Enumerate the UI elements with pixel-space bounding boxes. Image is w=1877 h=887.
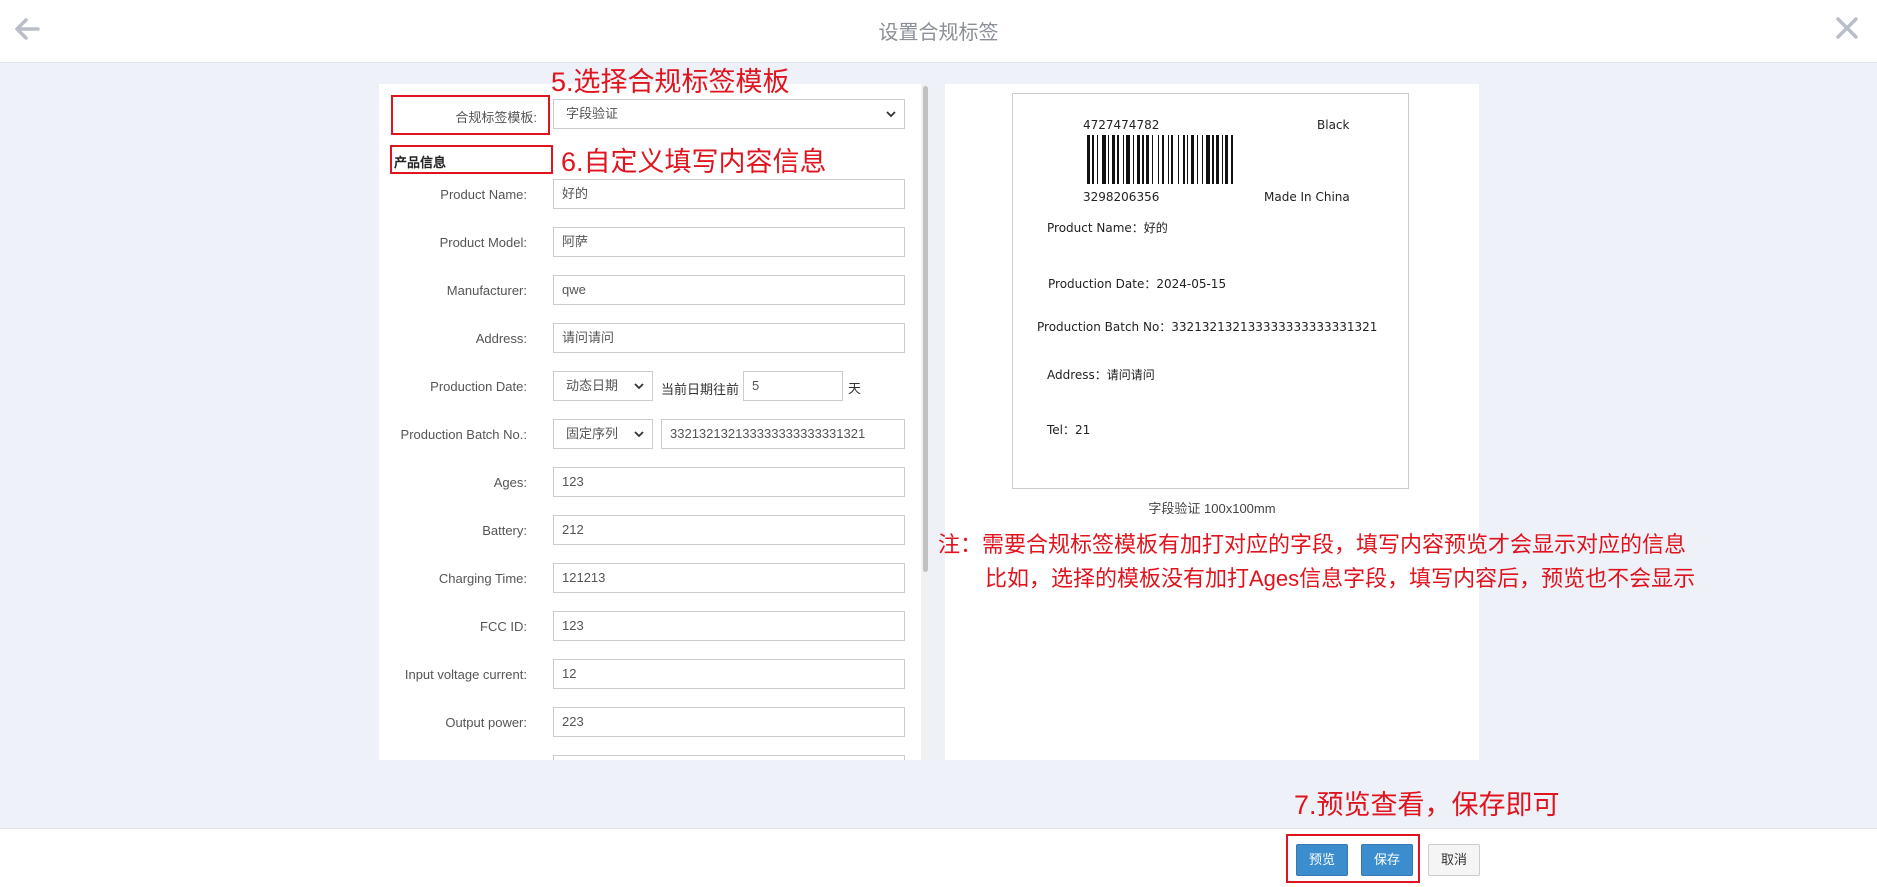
date-offset-input[interactable]: 5: [743, 371, 843, 401]
field-label: Product Name:: [440, 187, 527, 202]
field-label: Address:: [475, 331, 527, 346]
preview-caption: 字段验证 100x100mm: [1148, 501, 1276, 516]
dialog-title: 设置合规标签: [878, 22, 999, 44]
annotation-box-template: [391, 95, 550, 135]
ages-input[interactable]: 123: [553, 467, 905, 497]
preview-production-date: Production Date：2024-05-15: [1048, 277, 1227, 291]
date-suffix-text: 天: [848, 381, 862, 396]
annotation-box-section: [390, 145, 553, 174]
chevron-down-icon: [634, 383, 644, 390]
field-label: Production Date:: [430, 379, 527, 394]
field-label: Input voltage current:: [404, 667, 527, 682]
address-input[interactable]: 请问请问: [553, 323, 905, 353]
barcode-image: [1087, 135, 1233, 184]
annotation-note: 注：需要合规标签模板有加打对应的字段，填写内容预览才会显示对应的信息 比如，选择…: [938, 528, 1695, 596]
field-row: Input voltage current: 12: [379, 659, 921, 691]
field-row: Battery: 212: [379, 515, 921, 547]
annotation-step6: 6.自定义填写内容信息: [561, 147, 827, 177]
field-label: Production Batch No.:: [400, 427, 527, 442]
field-label: Charging Time:: [438, 571, 527, 586]
scrollbar-thumb[interactable]: [923, 86, 928, 572]
annotation-step5: 5.选择合规标签模板: [551, 67, 790, 97]
preview-tel: Tel：21: [1047, 423, 1091, 437]
preview-batch: Production Batch No：33213213213333333333…: [1037, 320, 1378, 334]
chevron-down-icon: [634, 431, 644, 438]
output-power-input[interactable]: 223: [553, 707, 905, 737]
field-row: Product Name: 好的: [379, 179, 921, 211]
chevron-down-icon: [886, 111, 896, 118]
preview-address: Address：请问请问: [1047, 368, 1155, 382]
form-panel: 合规标签模板: 字段验证 产品信息 Product Name: 好的 Produ…: [379, 84, 921, 760]
field-row: Charging Time: 121213: [379, 563, 921, 595]
form-scrollbar[interactable]: [922, 84, 929, 760]
barcode-bottom-left: 3298206356: [1083, 190, 1160, 204]
dialog-header: 设置合规标签: [0, 0, 1877, 63]
next-field-input[interactable]: [553, 755, 905, 760]
batch-mode-value: 固定序列: [566, 426, 619, 441]
barcode-bottom-right: Made In China: [1264, 190, 1350, 204]
batch-row: Production Batch No.: 固定序列 3321321321333…: [379, 419, 921, 451]
barcode-top-left: 4727474782: [1083, 118, 1160, 132]
field-label: Ages:: [493, 475, 527, 490]
batch-input[interactable]: 332132132133333333333331321: [661, 419, 905, 449]
date-mode-select[interactable]: 动态日期: [553, 371, 653, 401]
label-preview-card: 4727474782 Black 3298206356 Made In Chin…: [1012, 93, 1409, 489]
field-label: Battery:: [482, 523, 527, 538]
annotation-box-buttons: [1286, 834, 1420, 883]
manufacturer-input[interactable]: qwe: [553, 275, 905, 305]
battery-input[interactable]: 212: [553, 515, 905, 545]
field-row: Output power: 223: [379, 707, 921, 739]
date-prefix-text: 当前日期往前: [661, 382, 740, 397]
preview-panel: 4727474782 Black 3298206356 Made In Chin…: [945, 84, 1479, 760]
preview-product-name: Product Name：好的: [1047, 221, 1168, 235]
production-date-row: Production Date: 动态日期 当前日期往前 5 天: [379, 371, 921, 403]
template-select[interactable]: 字段验证: [553, 99, 905, 129]
batch-mode-select[interactable]: 固定序列: [553, 419, 653, 449]
charging-time-input[interactable]: 121213: [553, 563, 905, 593]
field-row: Address: 请问请问: [379, 323, 921, 355]
field-row: Ages: 123: [379, 467, 921, 499]
cancel-button[interactable]: 取消: [1428, 844, 1480, 876]
note-line-1: 注：需要合规标签模板有加打对应的字段，填写内容预览才会显示对应的信息: [938, 532, 1687, 557]
field-row: Product Model: 阿萨: [379, 227, 921, 259]
note-line-2: 比如，选择的模板没有加打Ages信息字段，填写内容后，预览也不会显示: [985, 566, 1696, 591]
close-icon[interactable]: [1831, 12, 1863, 44]
field-row: Manufacturer: qwe: [379, 275, 921, 307]
input-voltage-input[interactable]: 12: [553, 659, 905, 689]
field-label: Manufacturer:: [446, 283, 527, 298]
barcode-top-right: Black: [1317, 118, 1350, 132]
dialog-footer: [0, 828, 1877, 887]
field-row: FCC ID: 123: [379, 611, 921, 643]
annotation-step7: 7.预览查看，保存即可: [1294, 790, 1560, 820]
field-label: Product Model:: [439, 235, 527, 250]
product-model-input[interactable]: 阿萨: [553, 227, 905, 257]
field-label: Output power:: [445, 715, 527, 730]
date-mode-value: 动态日期: [566, 378, 619, 393]
template-select-value: 字段验证: [566, 106, 619, 121]
field-label: FCC ID:: [480, 619, 527, 634]
product-name-input[interactable]: 好的: [553, 179, 905, 209]
fcc-id-input[interactable]: 123: [553, 611, 905, 641]
